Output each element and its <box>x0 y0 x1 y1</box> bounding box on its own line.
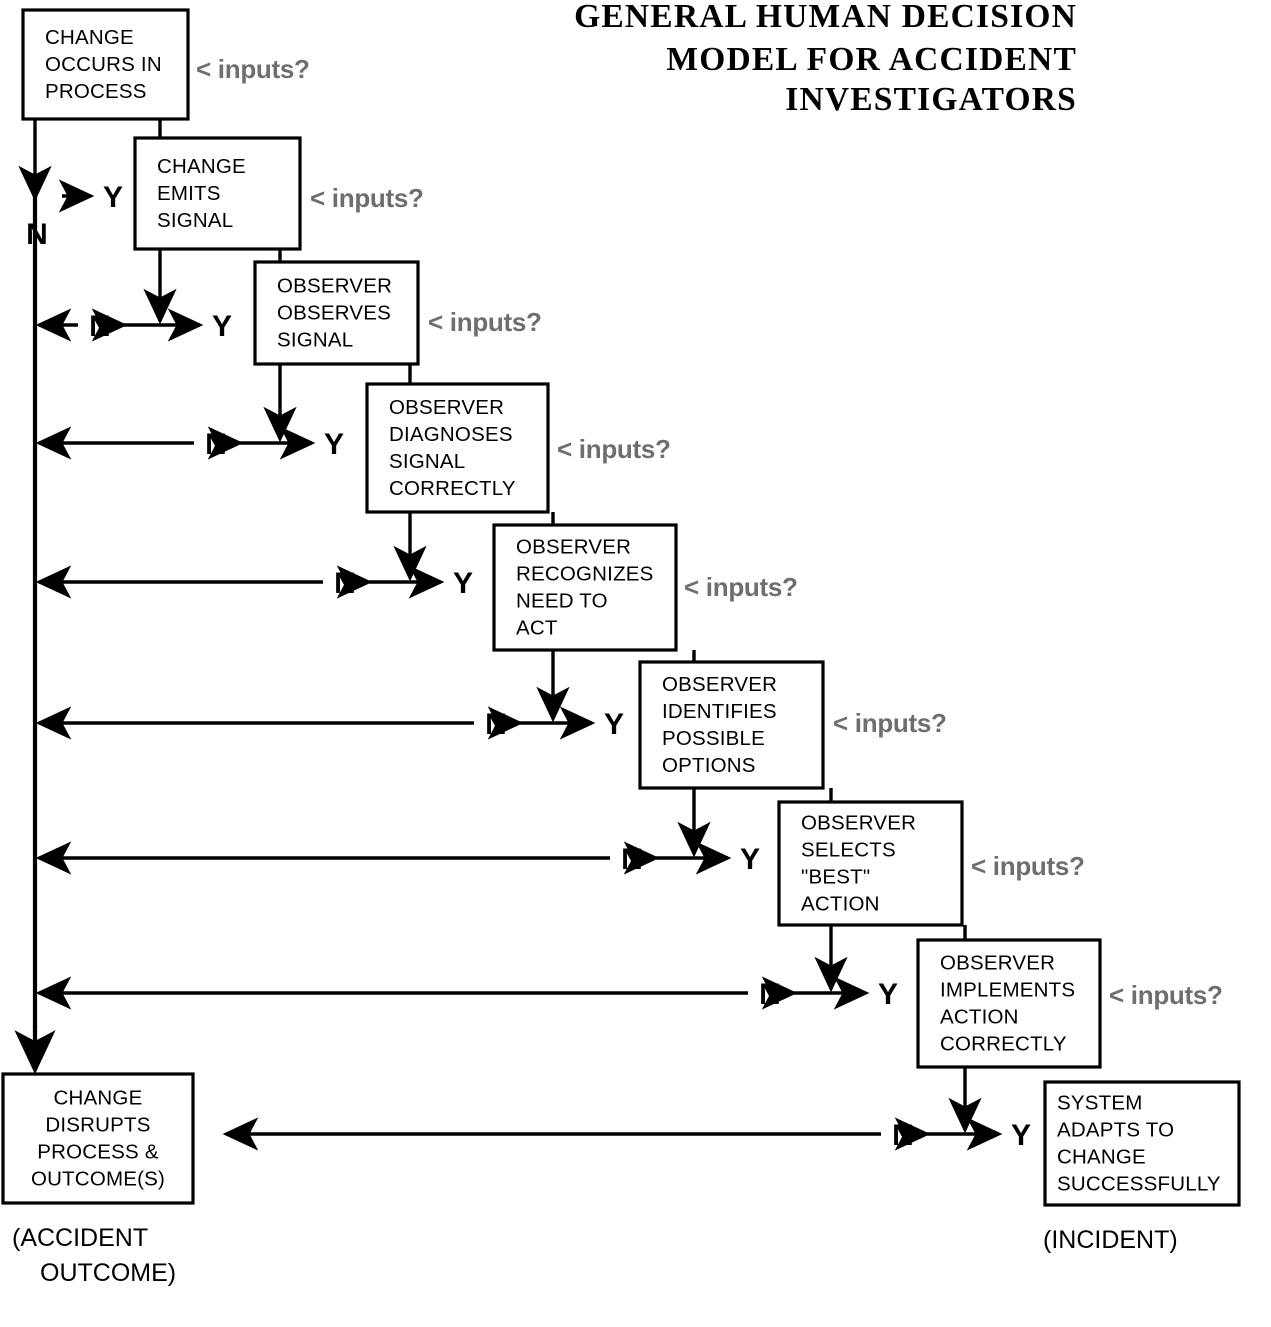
box-line: OUTCOME(S) <box>31 1168 165 1191</box>
title-line-3: INVESTIGATORS <box>785 81 1077 118</box>
yes-label: Y <box>878 978 898 1011</box>
box-line: SUCCESSFULLY <box>1057 1173 1221 1196</box>
box-line: OCCURS IN <box>45 53 162 76</box>
box-line: CHANGE <box>45 26 134 49</box>
box-line: ACT <box>516 617 558 640</box>
yes-label: Y <box>103 181 123 214</box>
box-line: OBSERVES <box>277 302 391 325</box>
inputs-annotation: < inputs? <box>833 708 947 738</box>
box-line: OBSERVER <box>662 673 777 696</box>
inputs-annotations-layer: < inputs? < inputs? < inputs? < inputs? < in… <box>196 54 1223 1010</box>
box-line: IMPLEMENTS <box>940 979 1075 1002</box>
no-label: N <box>759 978 781 1011</box>
box-line: ADAPTS TO <box>1057 1119 1174 1142</box>
decision-model-flowchart: GENERAL HUMAN DECISION MODEL FOR ACCIDEN… <box>1 0 1241 1287</box>
box-line: CORRECTLY <box>389 477 516 500</box>
box-line: OBSERVER <box>940 952 1055 975</box>
box-line: "BEST" <box>801 866 870 889</box>
chart-title: GENERAL HUMAN DECISION MODEL FOR ACCIDEN… <box>574 0 1077 118</box>
terminal-caption: (ACCIDENT <box>12 1224 148 1252</box>
flowchart-canvas: GENERAL HUMAN DECISION MODEL FOR ACCIDEN… <box>0 0 1271 1327</box>
terminal-box-system-adapts-to-change-successfully[interactable]: SYSTEM ADAPTS TO CHANGE SUCCESSFULLY <box>1043 1080 1241 1207</box>
inputs-annotation: < inputs? <box>557 434 671 464</box>
box-line: OBSERVER <box>801 812 916 835</box>
yes-label: Y <box>453 567 473 600</box>
box-line: ACTION <box>940 1006 1019 1029</box>
box-line: RECOGNIZES <box>516 563 654 586</box>
box-line: CHANGE <box>1057 1146 1146 1169</box>
process-box-change-emits-signal[interactable]: CHANGE EMITS SIGNAL <box>133 136 302 251</box>
yes-label: Y <box>604 708 624 741</box>
process-box-observer-observes-signal[interactable]: OBSERVER OBSERVES SIGNAL <box>253 260 420 366</box>
process-box-observer-selects-best-action[interactable]: OBSERVER SELECTS "BEST" ACTION <box>777 800 964 927</box>
yes-label: Y <box>324 428 344 461</box>
inputs-annotation: < inputs? <box>196 54 310 84</box>
box-line: DIAGNOSES <box>389 423 513 446</box>
terminal-caption: (INCIDENT) <box>1043 1226 1178 1254</box>
inputs-annotation: < inputs? <box>971 851 1085 881</box>
yes-label: Y <box>740 843 760 876</box>
box-line: POSSIBLE <box>662 727 765 750</box>
box-line: OBSERVER <box>516 536 631 559</box>
inputs-annotation: < inputs? <box>310 183 424 213</box>
title-line-2: MODEL FOR ACCIDENT <box>666 41 1077 78</box>
box-line: IDENTIFIES <box>662 700 777 723</box>
box-line: ACTION <box>801 893 880 916</box>
no-label: N <box>485 708 507 741</box>
process-box-change-occurs-in-process[interactable]: CHANGE OCCURS IN PROCESS <box>21 8 190 121</box>
box-line: SELECTS <box>801 839 896 862</box>
box-line: PROCESS <box>45 80 147 103</box>
box-line: EMITS <box>157 182 221 205</box>
process-box-observer-implements-action-correctly[interactable]: OBSERVER IMPLEMENTS ACTION CORRECTLY <box>916 938 1102 1069</box>
no-label: N <box>334 567 356 600</box>
box-line: OBSERVER <box>277 275 392 298</box>
box-line: PROCESS & <box>37 1141 159 1164</box>
terminal-box-change-disrupts-process-outcomes[interactable]: CHANGE DISRUPTS PROCESS & OUTCOME(S) <box>1 1072 195 1205</box>
box-line: SIGNAL <box>389 450 465 473</box>
box-line: DISRUPTS <box>45 1114 150 1137</box>
terminal-caption: OUTCOME) <box>40 1259 176 1287</box>
box-line: SYSTEM <box>1057 1092 1143 1115</box>
box-line: OPTIONS <box>662 754 756 777</box>
inputs-annotation: < inputs? <box>1109 980 1223 1010</box>
terminal-boxes-layer: CHANGE DISRUPTS PROCESS & OUTCOME(S) (ACCIDE… <box>1 1072 1241 1287</box>
process-box-observer-diagnoses-signal-correctly[interactable]: OBSERVER DIAGNOSES SIGNAL CORRECTLY <box>365 382 550 514</box>
inputs-annotation: < inputs? <box>684 572 798 602</box>
box-line: CORRECTLY <box>940 1033 1067 1056</box>
no-label: N <box>892 1119 914 1152</box>
yes-label: Y <box>1011 1119 1031 1152</box>
box-line: OBSERVER <box>389 396 504 419</box>
box-line: SIGNAL <box>277 329 353 352</box>
process-box-observer-recognizes-need-to-act[interactable]: OBSERVER RECOGNIZES NEED TO ACT <box>492 523 678 652</box>
yes-label: Y <box>212 310 232 343</box>
box-line: SIGNAL <box>157 209 233 232</box>
no-label: N <box>621 843 643 876</box>
process-box-observer-identifies-possible-options[interactable]: OBSERVER IDENTIFIES POSSIBLE OPTIONS <box>638 660 825 790</box>
box-line: CHANGE <box>157 155 246 178</box>
box-line: NEED TO <box>516 590 608 613</box>
process-boxes-layer: CHANGEOCCURS INPROCESSCHANGEEMITSSIGNALO… <box>21 8 1102 1069</box>
no-label: N <box>205 428 227 461</box>
title-line-1: GENERAL HUMAN DECISION <box>574 0 1077 35</box>
no-label: N <box>89 310 111 343</box>
no-label: N <box>26 218 48 251</box>
inputs-annotation: < inputs? <box>428 307 542 337</box>
box-line: CHANGE <box>54 1087 143 1110</box>
